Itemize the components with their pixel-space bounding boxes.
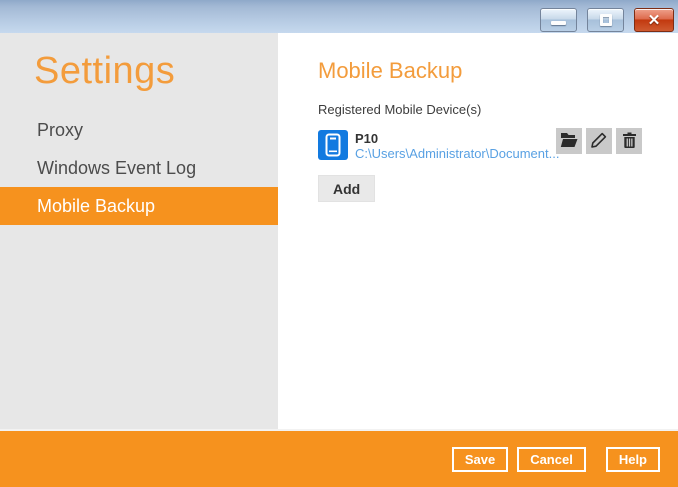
open-folder-icon (560, 132, 578, 151)
browse-folder-button[interactable] (556, 128, 582, 154)
pencil-icon (591, 132, 607, 151)
maximize-icon (599, 14, 612, 26)
close-button[interactable]: ✕ (634, 8, 674, 32)
help-button[interactable]: Help (605, 446, 660, 472)
sidebar-item-windows-event-log[interactable]: Windows Event Log (0, 149, 278, 187)
device-info: P10 C:\Users\Administrator\Document... (355, 130, 559, 161)
device-path-link[interactable]: C:\Users\Administrator\Document... (355, 146, 559, 161)
mobile-backup-panel: Mobile Backup Registered Mobile Device(s… (278, 33, 678, 429)
device-name: P10 (355, 131, 379, 146)
page-title: Mobile Backup (318, 58, 463, 83)
cancel-button[interactable]: Cancel (517, 446, 586, 472)
title-bar: ✕ (0, 0, 678, 33)
smartphone-icon (318, 130, 348, 160)
trash-icon (622, 132, 637, 151)
sidebar-item-proxy[interactable]: Proxy (0, 111, 278, 149)
registered-devices-label: Registered Mobile Device(s) (318, 102, 482, 117)
minimize-button[interactable] (540, 8, 577, 32)
sidebar-nav: Proxy Windows Event Log Mobile Backup (0, 111, 278, 225)
close-icon: ✕ (647, 11, 661, 29)
add-device-button[interactable]: Add (318, 175, 376, 202)
sidebar-item-mobile-backup[interactable]: Mobile Backup (0, 187, 278, 225)
edit-device-button[interactable] (586, 128, 612, 154)
settings-sidebar: Settings Proxy Windows Event Log Mobile … (0, 33, 278, 429)
maximize-button[interactable] (587, 8, 624, 32)
window-controls: ✕ (530, 8, 674, 32)
device-actions (552, 128, 642, 154)
footer-bar: Save Cancel Help (0, 429, 678, 487)
delete-device-button[interactable] (616, 128, 642, 154)
sidebar-title: Settings (34, 50, 176, 92)
minimize-icon (551, 21, 566, 25)
save-button[interactable]: Save (451, 446, 509, 472)
